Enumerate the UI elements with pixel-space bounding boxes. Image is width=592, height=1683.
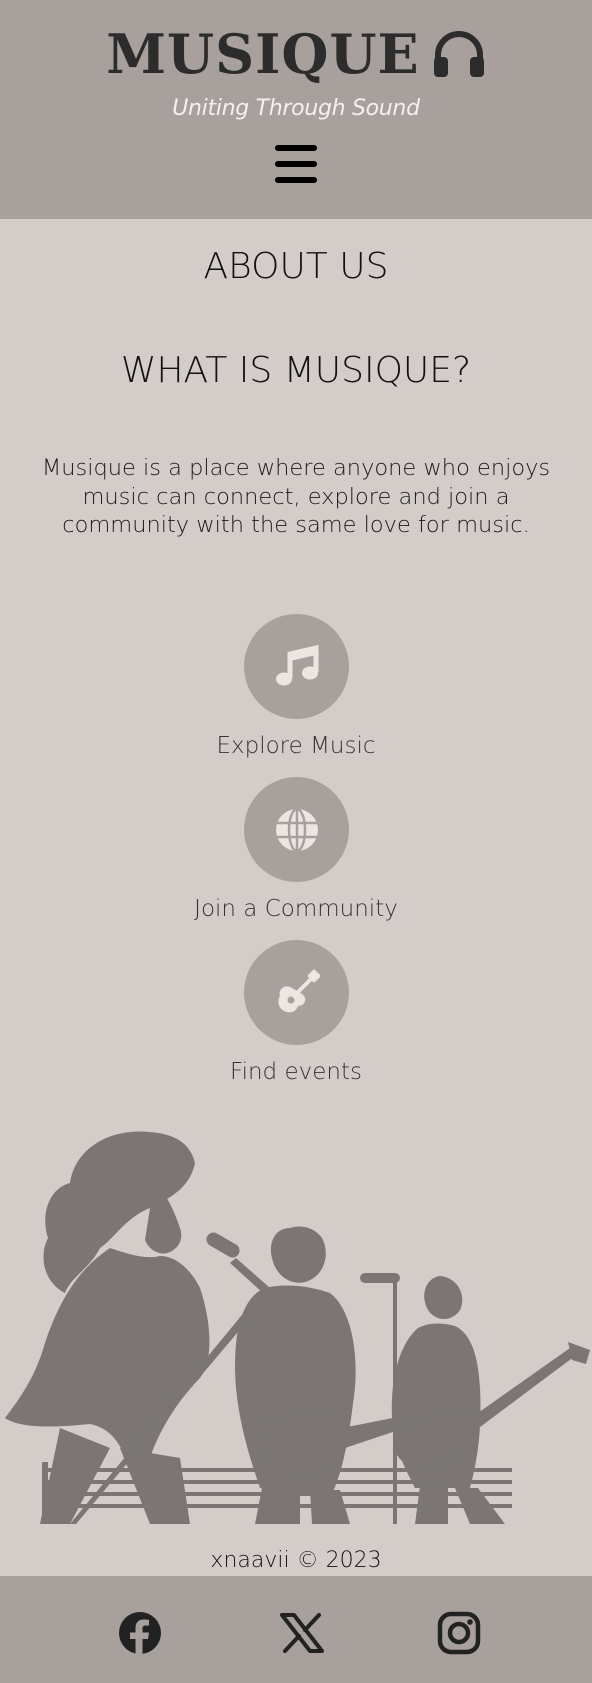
tagline: Uniting Through Sound xyxy=(172,96,420,121)
find-events-button[interactable] xyxy=(244,940,349,1045)
copyright: xnaavii © 2023 xyxy=(210,1548,382,1573)
globe-icon xyxy=(275,807,318,852)
page-title: ABOUT US xyxy=(203,246,389,287)
about-description: Musique is a place where anyone who enjo… xyxy=(41,455,551,538)
hamburger-menu-icon[interactable] xyxy=(275,145,317,183)
logo-text: MUSIQUE xyxy=(106,22,420,86)
join-community-button[interactable] xyxy=(244,777,349,882)
band-illustration xyxy=(5,1131,590,1524)
explore-music-button[interactable] xyxy=(244,614,349,719)
site-footer xyxy=(0,1576,592,1683)
headphones-icon xyxy=(433,31,484,77)
section-heading: WHAT IS MUSIQUE? xyxy=(120,350,472,391)
feature-label: Join a Community xyxy=(194,896,398,922)
music-note-icon xyxy=(275,644,318,685)
x-twitter-icon[interactable] xyxy=(280,1611,324,1655)
site-header: MUSIQUE Uniting Through Sound xyxy=(0,0,592,219)
feature-label: Explore Music xyxy=(216,733,376,759)
facebook-icon[interactable] xyxy=(118,1611,162,1655)
logo[interactable]: MUSIQUE xyxy=(0,22,592,86)
feature-label: Find events xyxy=(230,1059,362,1085)
instagram-icon[interactable] xyxy=(437,1611,481,1655)
guitar-icon xyxy=(277,969,320,1012)
